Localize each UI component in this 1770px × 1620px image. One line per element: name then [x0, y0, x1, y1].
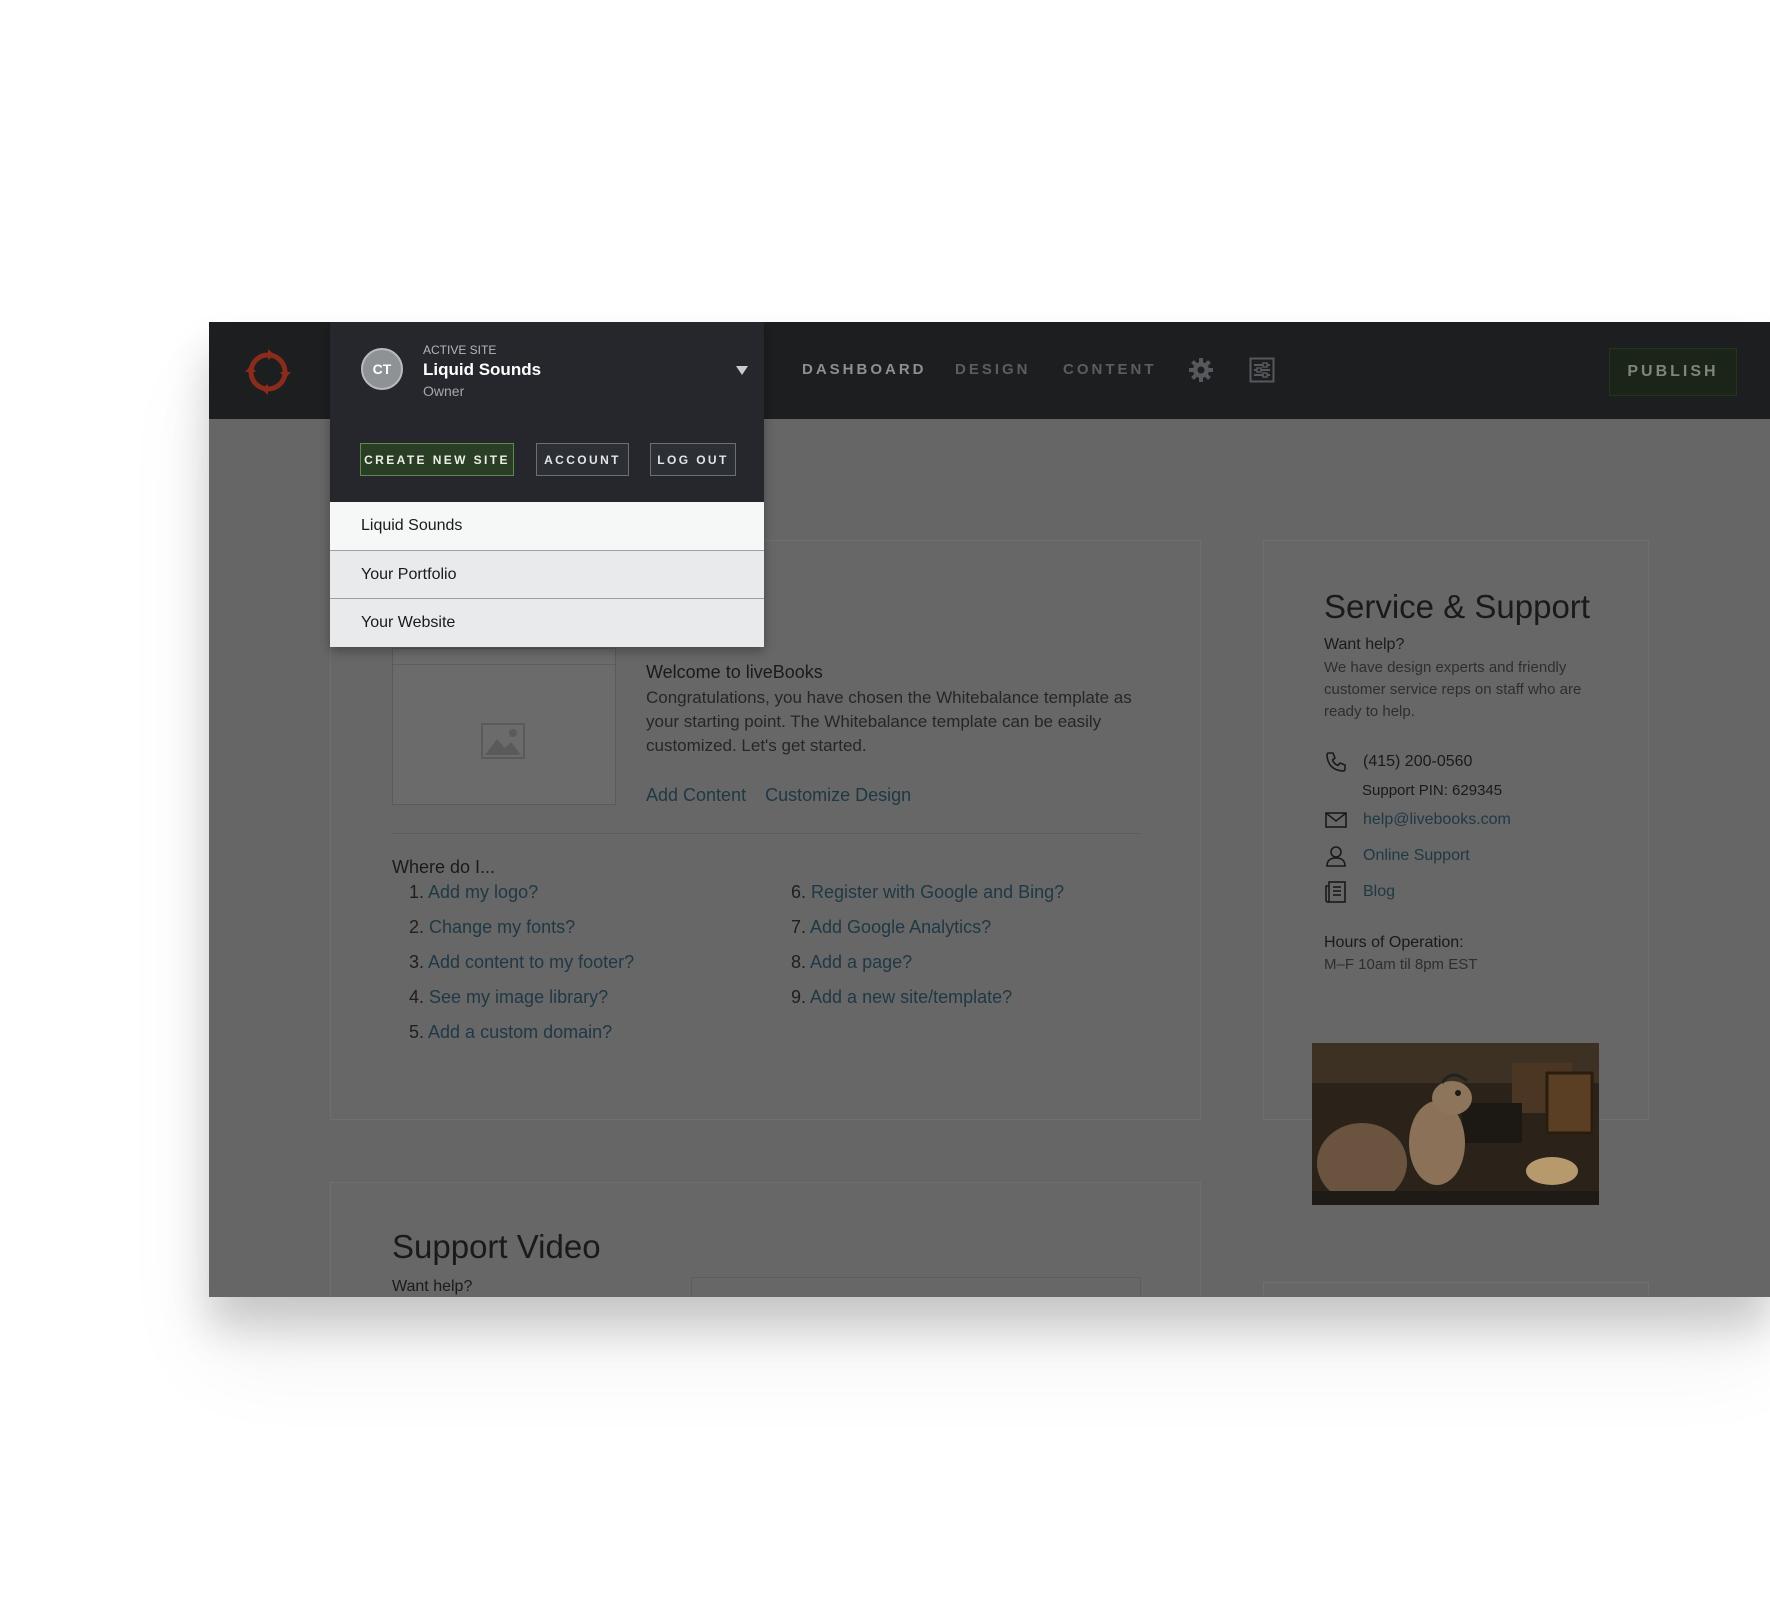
- mail-icon: [1325, 812, 1347, 828]
- faq-link[interactable]: Add a page?: [810, 952, 912, 972]
- divider: [392, 833, 1141, 834]
- faq-item: 3. Add content to my footer?: [409, 945, 634, 980]
- support-phone: (415) 200-0560: [1363, 753, 1473, 770]
- faq-link[interactable]: Change my fonts?: [429, 917, 575, 937]
- hours-title: Hours of Operation:: [1324, 934, 1464, 951]
- support-title: Service & Support: [1324, 588, 1590, 625]
- add-content-link[interactable]: Add Content: [646, 785, 746, 805]
- secondary-card: [1263, 1282, 1649, 1297]
- log-out-button[interactable]: LOG OUT: [650, 443, 736, 476]
- faq-item: 9. Add a new site/template?: [791, 980, 1064, 1015]
- faq-list-left: 1. Add my logo? 2. Change my fonts? 3. A…: [409, 875, 634, 1050]
- welcome-text: Congratulations, you have chosen the Whi…: [646, 688, 1132, 755]
- email-row: help@livebooks.com: [1324, 808, 1511, 832]
- support-want-help: Want help?: [1324, 636, 1405, 653]
- hours-text: M–F 10am til 8pm EST: [1324, 956, 1478, 973]
- faq-item: 2. Change my fonts?: [409, 910, 634, 945]
- faq-list-right: 6. Register with Google and Bing? 7. Add…: [791, 875, 1064, 1015]
- blog-icon: [1325, 881, 1346, 903]
- support-video-title: Support Video: [392, 1228, 601, 1265]
- faq-link[interactable]: See my image library?: [429, 987, 608, 1007]
- site-item[interactable]: Liquid Sounds: [330, 502, 764, 550]
- faq-item: 1. Add my logo?: [409, 875, 634, 910]
- faq-num: 9.: [791, 987, 807, 1007]
- faq-num: 1.: [409, 882, 425, 902]
- blog-row: Blog: [1324, 880, 1395, 904]
- gear-icon[interactable]: [1188, 357, 1214, 383]
- thumbnail-header: [393, 649, 615, 665]
- faq-num: 2.: [409, 917, 425, 937]
- caret-down-icon[interactable]: [736, 366, 748, 375]
- faq-link[interactable]: Add a custom domain?: [428, 1022, 612, 1042]
- livebooks-logo-icon[interactable]: [245, 349, 291, 395]
- site-list: Liquid Sounds Your Portfolio Your Websit…: [330, 502, 764, 647]
- welcome-title: Welcome to liveBooks: [646, 662, 823, 682]
- faq-num: 7.: [791, 917, 807, 937]
- site-item[interactable]: Your Website: [330, 598, 764, 647]
- phone-icon: [1326, 752, 1346, 772]
- faq-link[interactable]: Add content to my footer?: [428, 952, 634, 972]
- site-switcher-dropdown: CT ACTIVE SITE Liquid Sounds Owner CREAT…: [330, 322, 764, 647]
- support-squirrel-photo: [1312, 1043, 1599, 1205]
- active-site-role: Owner: [423, 383, 465, 399]
- active-site-label: ACTIVE SITE: [423, 343, 497, 357]
- online-support-link[interactable]: Online Support: [1363, 847, 1470, 865]
- active-site-name: Liquid Sounds: [423, 360, 542, 379]
- video-embed[interactable]: [691, 1277, 1141, 1297]
- faq-item: 8. Add a page?: [791, 945, 1064, 980]
- account-button[interactable]: ACCOUNT: [536, 443, 629, 476]
- user-support-icon: [1326, 846, 1346, 867]
- support-description: We have design experts and friendly cust…: [1324, 659, 1582, 720]
- settings-panel-icon[interactable]: [1249, 357, 1275, 383]
- customize-design-link[interactable]: Customize Design: [765, 785, 911, 805]
- faq-link[interactable]: Register with Google and Bing?: [811, 882, 1064, 902]
- publish-button[interactable]: PUBLISH: [1609, 348, 1737, 396]
- site-item[interactable]: Your Portfolio: [330, 550, 764, 598]
- faq-item: 5. Add a custom domain?: [409, 1015, 634, 1050]
- faq-num: 6.: [791, 882, 807, 902]
- faq-item: 7. Add Google Analytics?: [791, 910, 1064, 945]
- faq-item: 4. See my image library?: [409, 980, 634, 1015]
- blog-link[interactable]: Blog: [1363, 883, 1395, 901]
- faq-item: 6. Register with Google and Bing?: [791, 875, 1064, 910]
- nav-dashboard[interactable]: DASHBOARD: [802, 361, 927, 378]
- template-thumbnail[interactable]: [392, 648, 616, 805]
- image-placeholder-icon: [481, 723, 525, 759]
- support-pin: Support PIN: 629345: [1362, 782, 1503, 799]
- faq-link[interactable]: Add Google Analytics?: [810, 917, 991, 937]
- support-video-want-help: Want help?: [392, 1278, 473, 1295]
- app-window: DASHBOARD DESIGN CONTENT PUBLISH Welcome…: [209, 322, 1770, 1297]
- welcome-links: Add Content Customize Design: [646, 785, 925, 806]
- faq-num: 5.: [409, 1022, 425, 1042]
- create-new-site-button[interactable]: CREATE NEW SITE: [360, 443, 514, 476]
- nav-content[interactable]: CONTENT: [1063, 361, 1157, 378]
- faq-num: 4.: [409, 987, 425, 1007]
- phone-row: (415) 200-0560: [1324, 750, 1472, 774]
- faq-link[interactable]: Add a new site/template?: [810, 987, 1012, 1007]
- faq-link[interactable]: Add my logo?: [428, 882, 538, 902]
- avatar[interactable]: CT: [361, 348, 403, 390]
- support-email-link[interactable]: help@livebooks.com: [1363, 811, 1511, 829]
- faq-num: 8.: [791, 952, 807, 972]
- nav-design[interactable]: DESIGN: [955, 361, 1031, 378]
- photo-illustration: [1312, 1043, 1599, 1205]
- faq-num: 3.: [409, 952, 425, 972]
- online-support-row: Online Support: [1324, 844, 1470, 868]
